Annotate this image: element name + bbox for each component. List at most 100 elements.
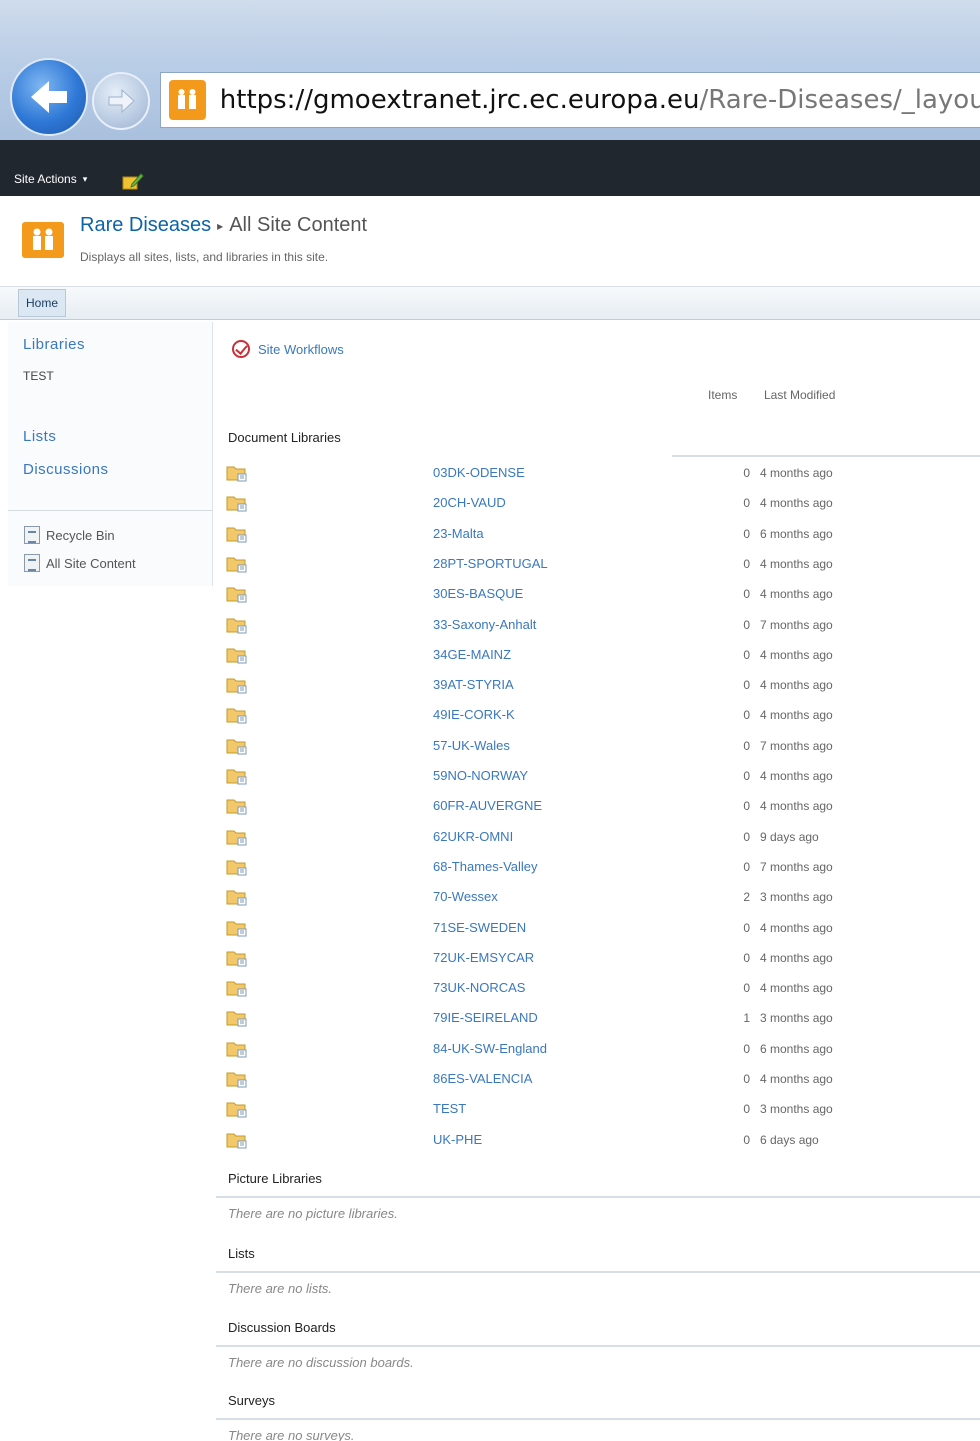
table-row: 73UK-NORCAS 0 4 months ago — [216, 975, 980, 1005]
library-name-link[interactable]: TEST — [433, 1101, 466, 1116]
site-workflows-link[interactable]: Site Workflows — [232, 340, 344, 358]
document-library-icon[interactable] — [226, 737, 248, 755]
url-host: https://gmoextranet.jrc.ec.europa.eu — [219, 85, 700, 115]
library-name-link[interactable]: 79IE-SEIRELAND — [433, 1010, 538, 1025]
library-name-link[interactable]: 39AT-STYRIA — [433, 677, 514, 692]
url-path: /Rare-Diseases/_layouts/vie — [699, 85, 980, 115]
document-library-icon[interactable] — [226, 525, 248, 543]
library-last-modified: 4 months ago — [760, 647, 833, 662]
site-actions-menu[interactable]: Site Actions ▾ — [14, 172, 87, 186]
library-last-modified: 7 months ago — [760, 859, 833, 874]
ql-divider — [8, 510, 213, 511]
back-button[interactable] — [10, 58, 88, 136]
library-last-modified: 4 months ago — [760, 1072, 833, 1086]
document-library-icon[interactable] — [226, 464, 248, 482]
document-library-icon[interactable] — [226, 585, 248, 603]
library-name-link[interactable]: 68-Thames-Valley — [433, 859, 538, 874]
table-row: 71SE-SWEDEN 0 4 months ago — [216, 915, 980, 945]
library-name-link[interactable]: 86ES-VALENCIA — [433, 1071, 532, 1086]
library-last-modified: 4 months ago — [760, 556, 833, 571]
recycle-bin-icon — [24, 526, 40, 544]
library-item-count: 2 — [743, 890, 750, 905]
library-name-link[interactable]: 34GE-MAINZ — [433, 647, 511, 662]
column-header-last-modified[interactable]: Last Modified — [764, 388, 835, 402]
ql-libraries-heading[interactable]: Libraries — [23, 336, 85, 353]
table-row: 30ES-BASQUE 0 4 months ago — [216, 581, 980, 611]
library-name-link[interactable]: 72UK-EMSYCAR — [433, 950, 534, 965]
library-last-modified: 4 months ago — [760, 920, 833, 935]
title-area — [0, 196, 980, 286]
ql-all-site-content[interactable]: All Site Content — [24, 554, 136, 572]
document-library-icon[interactable] — [226, 919, 248, 937]
document-library-icon[interactable] — [226, 1131, 248, 1149]
library-name-link[interactable]: UK-PHE — [433, 1132, 482, 1147]
library-name-link[interactable]: 28PT-SPORTUGAL — [433, 556, 548, 571]
document-library-icon[interactable] — [226, 979, 248, 997]
column-header-items[interactable]: Items — [708, 388, 737, 402]
document-library-icon[interactable] — [226, 858, 248, 876]
table-row: 62UKR-OMNI 0 9 days ago — [216, 824, 980, 854]
library-name-link[interactable]: 70-Wessex — [433, 889, 498, 904]
library-name-link[interactable]: 59NO-NORWAY — [433, 768, 528, 783]
document-library-icon[interactable] — [226, 1070, 248, 1088]
library-item-count: 0 — [743, 466, 750, 480]
site-favicon-icon — [169, 80, 206, 120]
document-library-icon[interactable] — [226, 494, 248, 512]
ql-lists-heading[interactable]: Lists — [23, 428, 56, 445]
library-name-link[interactable]: 60FR-AUVERGNE — [433, 798, 542, 813]
library-item-count: 0 — [743, 920, 750, 935]
library-name-link[interactable]: 84-UK-SW-England — [433, 1041, 547, 1056]
document-library-icon[interactable] — [226, 676, 248, 694]
table-row: 20CH-VAUD 0 4 months ago — [216, 490, 980, 520]
workflow-icon — [232, 340, 250, 358]
table-row: 33-Saxony-Anhalt 0 7 months ago — [216, 612, 980, 642]
page-title: All Site Content — [229, 214, 368, 236]
document-library-icon[interactable] — [226, 1009, 248, 1027]
quick-launch — [8, 322, 213, 586]
breadcrumb-separator-icon: ▸ — [217, 218, 224, 233]
library-name-link[interactable]: 30ES-BASQUE — [433, 586, 523, 601]
library-name-link[interactable]: 57-UK-Wales — [433, 738, 510, 753]
breadcrumb-site-link[interactable]: Rare Diseases — [80, 214, 211, 236]
site-logo-icon[interactable] — [22, 222, 64, 258]
library-name-link[interactable]: 73UK-NORCAS — [433, 980, 525, 995]
ql-recycle-bin[interactable]: Recycle Bin — [24, 526, 115, 544]
forward-button[interactable] — [92, 72, 150, 130]
section-heading: Surveys — [228, 1393, 275, 1408]
library-last-modified: 7 months ago — [760, 617, 833, 632]
document-library-icon[interactable] — [226, 1100, 248, 1118]
library-name-link[interactable]: 23-Malta — [433, 526, 484, 541]
section-divider — [216, 1418, 980, 1420]
table-row: 23-Malta 0 6 months ago — [216, 521, 980, 551]
library-name-link[interactable]: 71SE-SWEDEN — [433, 920, 526, 935]
document-library-icon[interactable] — [226, 646, 248, 664]
library-name-link[interactable]: 49IE-CORK-K — [433, 707, 515, 722]
library-name-link[interactable]: 33-Saxony-Anhalt — [433, 617, 536, 632]
tab-home[interactable]: Home — [18, 289, 67, 317]
document-library-icon[interactable] — [226, 888, 248, 906]
library-last-modified: 7 months ago — [760, 738, 833, 753]
document-library-icon[interactable] — [226, 797, 248, 815]
document-library-icon[interactable] — [226, 949, 248, 967]
library-item-count: 0 — [743, 738, 750, 753]
section-empty-message: There are no lists. — [228, 1281, 333, 1296]
library-name-link[interactable]: 20CH-VAUD — [433, 495, 506, 510]
address-bar[interactable]: https://gmoextranet.jrc.ec.europa.eu/Rar… — [160, 72, 980, 128]
document-library-icon[interactable] — [226, 706, 248, 724]
library-name-link[interactable]: 62UKR-OMNI — [433, 829, 513, 844]
library-item-count: 0 — [743, 1041, 750, 1056]
library-item-count: 0 — [743, 496, 750, 511]
ql-discussions-heading[interactable]: Discussions — [23, 461, 109, 478]
document-library-icon[interactable] — [226, 767, 248, 785]
ql-library-test[interactable]: TEST — [23, 369, 54, 383]
breadcrumb: Rare Diseases ▸ All Site Content — [80, 214, 367, 237]
document-library-icon[interactable] — [226, 1040, 248, 1058]
document-library-icon[interactable] — [226, 555, 248, 573]
library-last-modified: 6 months ago — [760, 526, 833, 541]
url-text[interactable]: https://gmoextranet.jrc.ec.europa.eu/Rar… — [220, 85, 980, 115]
library-name-link[interactable]: 03DK-ODENSE — [433, 465, 525, 480]
edit-page-icon[interactable] — [122, 172, 144, 190]
document-library-icon[interactable] — [226, 828, 248, 846]
document-library-icon[interactable] — [226, 616, 248, 634]
table-row: 79IE-SEIRELAND 1 3 months ago — [216, 1005, 980, 1035]
